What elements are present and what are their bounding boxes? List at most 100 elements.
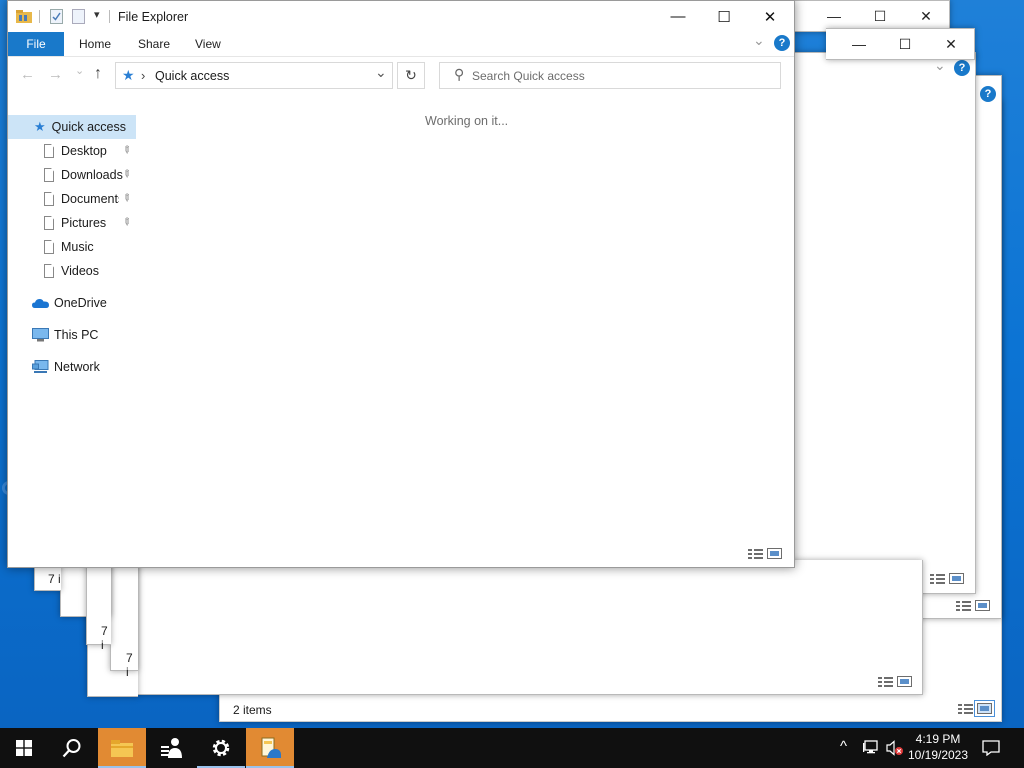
sidebar-item-documents[interactable]: Documents ✎ bbox=[8, 187, 136, 211]
up-button[interactable]: ↑ bbox=[94, 65, 102, 83]
sidebar-item-label: Music bbox=[61, 240, 94, 254]
pin-icon[interactable]: ✎ bbox=[119, 192, 133, 206]
taskbar-file-explorer[interactable] bbox=[98, 728, 146, 768]
sidebar-item-network[interactable]: Network bbox=[8, 355, 136, 379]
clock-time: 4:19 PM bbox=[915, 732, 961, 746]
maximize-icon[interactable]: ☐ bbox=[857, 1, 903, 31]
properties-icon[interactable] bbox=[50, 9, 63, 24]
help-icon[interactable]: ? bbox=[980, 86, 996, 102]
status-bar-text: 7 i bbox=[126, 651, 133, 679]
title-bar[interactable]: ▾ File Explorer — ☐ ✕ bbox=[8, 1, 794, 32]
forward-button[interactable]: → bbox=[48, 66, 63, 83]
volume-muted-icon[interactable] bbox=[886, 740, 904, 756]
desktop-icon bbox=[44, 144, 54, 158]
sidebar-item-desktop[interactable]: Desktop ✎ bbox=[8, 139, 136, 163]
details-view-icon[interactable] bbox=[958, 703, 973, 714]
documents-icon bbox=[44, 192, 54, 206]
folder-icon bbox=[111, 740, 133, 757]
clock[interactable]: 4:19 PM 10/19/2023 bbox=[906, 731, 970, 763]
search-input[interactable] bbox=[472, 63, 772, 88]
expand-ribbon-icon[interactable]: ⌄ bbox=[753, 32, 765, 49]
pin-icon[interactable]: ✎ bbox=[119, 144, 133, 158]
minimize-icon[interactable]: — bbox=[811, 1, 857, 31]
sidebar-item-label: Pictures bbox=[61, 216, 107, 230]
sidebar-item-label: Desktop bbox=[61, 144, 107, 158]
taskbar-pinned-app[interactable] bbox=[246, 728, 294, 768]
start-button[interactable] bbox=[0, 728, 48, 768]
network-status-icon[interactable] bbox=[863, 740, 881, 756]
help-icon[interactable]: ? bbox=[954, 60, 970, 76]
chevron-down-icon[interactable]: ▾ bbox=[94, 8, 100, 21]
file-explorer-window[interactable]: ▾ File Explorer — ☐ ✕ File Home Share Vi… bbox=[7, 0, 795, 568]
close-button[interactable]: ✕ bbox=[747, 1, 793, 32]
sidebar-item-label: Network bbox=[54, 360, 100, 374]
search-box[interactable]: ⚲ bbox=[439, 62, 781, 89]
back-button[interactable]: ← bbox=[20, 66, 35, 83]
large-icons-view-icon[interactable] bbox=[974, 700, 995, 717]
sidebar-item-this-pc[interactable]: This PC bbox=[8, 323, 136, 347]
action-center-icon[interactable] bbox=[982, 740, 1000, 756]
details-view-icon[interactable] bbox=[930, 573, 945, 584]
new-folder-icon[interactable] bbox=[72, 9, 85, 24]
maximize-button[interactable]: ☐ bbox=[701, 1, 747, 32]
sidebar-item-music[interactable]: Music bbox=[8, 235, 136, 259]
background-window-6[interactable] bbox=[137, 560, 923, 695]
loading-status: Working on it... bbox=[425, 114, 509, 128]
sidebar-item-videos[interactable]: Videos bbox=[8, 259, 136, 283]
background-window-10[interactable]: 7 i bbox=[86, 560, 111, 652]
sidebar-item-label: OneDrive bbox=[54, 296, 107, 310]
view-toggle bbox=[958, 700, 995, 717]
ribbon-tabs: File Home Share View ⌄ ? bbox=[8, 32, 794, 57]
downloads-icon bbox=[44, 168, 54, 182]
help-icon[interactable]: ? bbox=[774, 35, 790, 51]
minimize-button[interactable]: — bbox=[655, 1, 701, 32]
sidebar-item-pictures[interactable]: Pictures ✎ bbox=[8, 211, 136, 235]
taskbar-people[interactable] bbox=[148, 728, 196, 768]
sidebar-item-quick-access[interactable]: ★ Quick access bbox=[8, 115, 136, 139]
background-window-2[interactable]: — ☐ ✕ bbox=[826, 28, 975, 60]
clock-date: 10/19/2023 bbox=[907, 748, 969, 762]
tab-share[interactable]: Share bbox=[138, 32, 170, 56]
tab-view[interactable]: View bbox=[195, 32, 221, 56]
taskbar: ^ 4:19 PM 10/19/2023 bbox=[0, 728, 1024, 768]
view-toggle bbox=[956, 600, 990, 611]
videos-icon bbox=[44, 264, 54, 278]
tab-home[interactable]: Home bbox=[79, 32, 111, 56]
tab-file[interactable]: File bbox=[8, 32, 64, 56]
address-dropdown-button[interactable]: ⌄ bbox=[375, 64, 387, 81]
breadcrumb-quick-access[interactable]: Quick access bbox=[155, 69, 229, 83]
minimize-icon[interactable]: — bbox=[836, 29, 882, 59]
address-bar[interactable]: ★ › Quick access ⌄ bbox=[115, 62, 393, 89]
large-icons-view-icon[interactable] bbox=[949, 573, 964, 584]
close-icon[interactable]: ✕ bbox=[903, 1, 949, 31]
background-window-8[interactable]: 7 i bbox=[110, 560, 138, 679]
search-button[interactable] bbox=[48, 728, 96, 768]
recent-locations-button[interactable]: ⌄ bbox=[75, 64, 84, 77]
large-icons-view-icon[interactable] bbox=[767, 548, 782, 559]
sidebar-item-label: Videos bbox=[61, 264, 99, 278]
search-icon: ⚲ bbox=[454, 66, 465, 82]
close-icon[interactable]: ✕ bbox=[928, 29, 974, 59]
sidebar-item-label: Documents bbox=[61, 192, 119, 206]
music-icon bbox=[44, 240, 54, 254]
search-icon bbox=[62, 739, 81, 758]
explorer-folder-icon[interactable] bbox=[16, 9, 32, 23]
large-icons-view-icon[interactable] bbox=[897, 676, 912, 687]
maximize-icon[interactable]: ☐ bbox=[882, 29, 928, 59]
large-icons-view-icon[interactable] bbox=[975, 600, 990, 611]
details-view-icon[interactable] bbox=[878, 676, 893, 687]
sidebar-item-label: Quick access bbox=[51, 120, 126, 134]
refresh-button[interactable]: ↻ bbox=[397, 62, 425, 89]
show-hidden-icons-button[interactable]: ^ bbox=[840, 738, 847, 755]
status-bar-text: 7 i bbox=[101, 624, 108, 652]
status-bar-text: 2 items bbox=[233, 703, 272, 717]
breadcrumb-separator[interactable]: › bbox=[141, 68, 145, 83]
sidebar-item-downloads[interactable]: Downloads ✎ bbox=[8, 163, 136, 187]
sidebar-item-onedrive[interactable]: OneDrive bbox=[8, 291, 136, 315]
gear-icon bbox=[212, 739, 230, 757]
details-view-icon[interactable] bbox=[956, 600, 971, 611]
toolbar-divider bbox=[109, 10, 110, 23]
pin-icon[interactable]: ✎ bbox=[119, 216, 133, 230]
taskbar-settings[interactable] bbox=[197, 728, 245, 768]
details-view-icon[interactable] bbox=[748, 548, 763, 559]
